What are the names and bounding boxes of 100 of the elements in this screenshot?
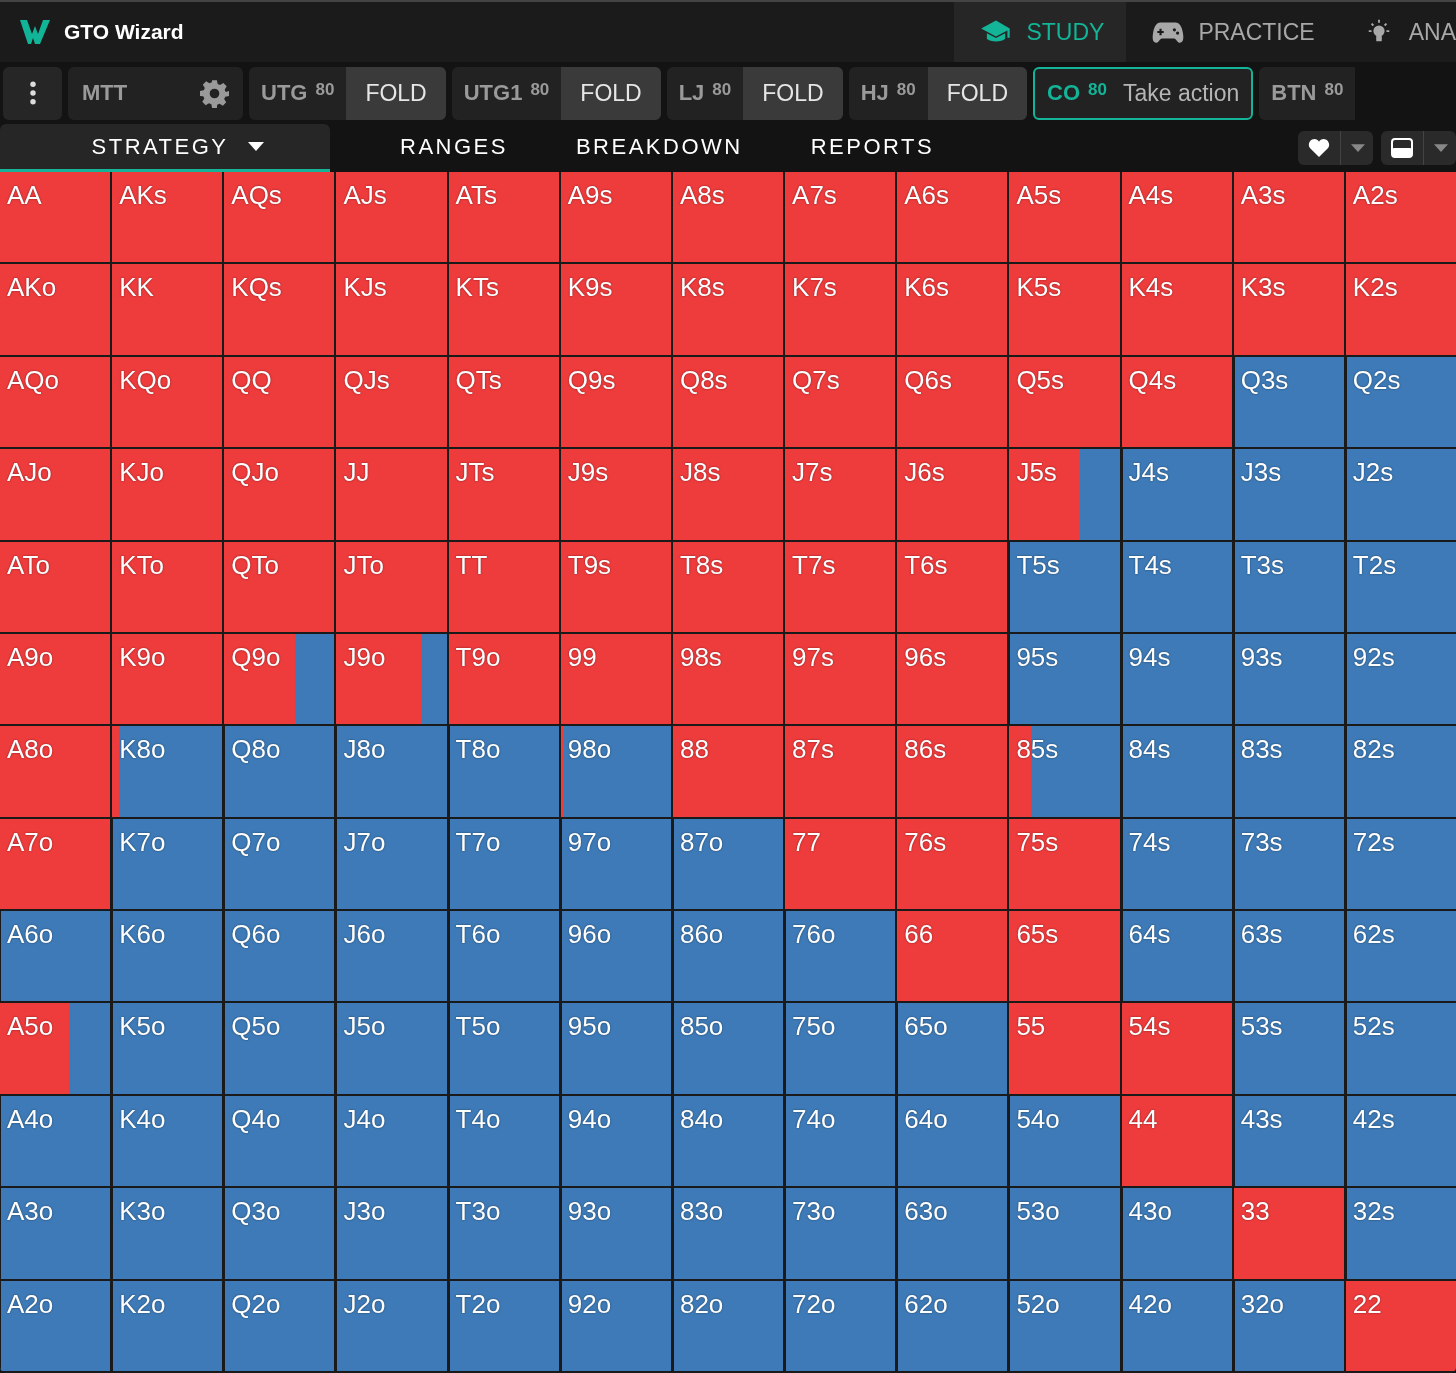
- hand-cell[interactable]: 74s: [1121, 818, 1232, 910]
- hand-cell[interactable]: K5s: [1009, 264, 1120, 355]
- hand-cell[interactable]: J5o: [336, 1003, 447, 1094]
- hand-cell[interactable]: 42s: [1345, 1095, 1456, 1187]
- hand-cell[interactable]: 94s: [1121, 633, 1232, 725]
- hand-cell[interactable]: 53o: [1009, 1188, 1120, 1279]
- hand-cell[interactable]: 76s: [897, 818, 1008, 910]
- hand-cell[interactable]: T2o: [448, 1280, 559, 1371]
- hand-cell[interactable]: T4o: [448, 1095, 559, 1187]
- format-selector[interactable]: MTT: [68, 66, 243, 120]
- nav-tab[interactable]: ANA: [1336, 2, 1456, 62]
- hand-cell[interactable]: KQo: [112, 356, 223, 448]
- hand-cell[interactable]: Q8o: [224, 726, 335, 817]
- hand-cell[interactable]: 73s: [1233, 818, 1344, 910]
- hand-cell[interactable]: K3s: [1233, 264, 1344, 355]
- hand-cell[interactable]: KJo: [112, 449, 223, 540]
- hand-cell[interactable]: K8s: [672, 264, 784, 355]
- hand-cell[interactable]: 87s: [785, 726, 896, 817]
- hand-cell[interactable]: 65s: [1009, 911, 1120, 1002]
- hand-cell[interactable]: QJo: [224, 449, 335, 540]
- hand-cell[interactable]: AJo: [0, 449, 111, 540]
- hand-cell[interactable]: 83o: [672, 1188, 784, 1279]
- hand-cell[interactable]: Q4o: [224, 1095, 335, 1187]
- position-chip[interactable]: LJ 80 FOLD: [666, 66, 843, 120]
- hand-cell[interactable]: J2s: [1345, 449, 1456, 540]
- hand-cell[interactable]: 82o: [672, 1280, 784, 1371]
- hand-cell[interactable]: Q9s: [560, 356, 671, 448]
- hand-cell[interactable]: T5s: [1009, 541, 1120, 632]
- hand-cell[interactable]: 64o: [897, 1095, 1008, 1187]
- hand-cell[interactable]: A5o: [0, 1003, 111, 1094]
- hand-cell[interactable]: 53s: [1233, 1003, 1344, 1094]
- hand-cell[interactable]: 84o: [672, 1095, 784, 1187]
- hand-cell[interactable]: A9s: [560, 172, 671, 263]
- hand-cell[interactable]: A6s: [897, 172, 1008, 263]
- hand-cell[interactable]: Q8s: [672, 356, 784, 448]
- hand-cell[interactable]: K7s: [785, 264, 896, 355]
- view-tab[interactable]: REPORTS: [776, 124, 969, 172]
- hand-cell[interactable]: T8s: [672, 541, 784, 632]
- hand-cell[interactable]: A8o: [0, 726, 111, 817]
- position-chip[interactable]: HJ 80 FOLD: [848, 66, 1027, 120]
- favorite-button[interactable]: [1298, 131, 1373, 165]
- hand-cell[interactable]: QQ: [224, 356, 335, 448]
- hand-cell[interactable]: 63s: [1233, 911, 1344, 1002]
- hand-cell[interactable]: A9o: [0, 633, 111, 725]
- hand-cell[interactable]: K2o: [112, 1280, 223, 1371]
- hand-cell[interactable]: 62s: [1345, 911, 1456, 1002]
- hand-cell[interactable]: 84s: [1121, 726, 1232, 817]
- hand-cell[interactable]: J8s: [672, 449, 784, 540]
- hand-cell[interactable]: 52o: [1009, 1280, 1120, 1371]
- hand-cell[interactable]: 98s: [672, 633, 784, 725]
- hand-cell[interactable]: T4s: [1121, 541, 1232, 632]
- layout-button[interactable]: [1381, 131, 1456, 165]
- hand-cell[interactable]: K7o: [112, 818, 223, 910]
- hand-cell[interactable]: A3s: [1233, 172, 1344, 263]
- hand-cell[interactable]: A7o: [0, 818, 111, 910]
- hand-cell[interactable]: J9o: [336, 633, 447, 725]
- view-tab[interactable]: RANGES: [366, 124, 542, 172]
- hand-cell[interactable]: 97o: [560, 818, 671, 910]
- more-menu-button[interactable]: [3, 66, 62, 120]
- hand-cell[interactable]: A7s: [785, 172, 896, 263]
- hand-cell[interactable]: Q5o: [224, 1003, 335, 1094]
- hand-cell[interactable]: QTs: [448, 356, 559, 448]
- hand-cell[interactable]: K9o: [112, 633, 223, 725]
- hand-cell[interactable]: A4o: [0, 1095, 111, 1187]
- hand-cell[interactable]: 64s: [1121, 911, 1232, 1002]
- hand-cell[interactable]: 92s: [1345, 633, 1456, 725]
- hand-cell[interactable]: 83s: [1233, 726, 1344, 817]
- hand-cell[interactable]: A5s: [1009, 172, 1120, 263]
- hand-cell[interactable]: 75o: [785, 1003, 896, 1094]
- position-chip[interactable]: BTN 80: [1259, 66, 1356, 120]
- hand-cell[interactable]: K2s: [1345, 264, 1456, 355]
- hand-cell[interactable]: Q7s: [785, 356, 896, 448]
- hand-cell[interactable]: J6s: [897, 449, 1008, 540]
- hand-cell[interactable]: A4s: [1121, 172, 1232, 263]
- hand-cell[interactable]: KTs: [448, 264, 559, 355]
- hand-cell[interactable]: A6o: [0, 911, 111, 1002]
- nav-tab[interactable]: STUDY: [954, 2, 1127, 62]
- hand-cell[interactable]: ATs: [448, 172, 559, 263]
- hand-cell[interactable]: T5o: [448, 1003, 559, 1094]
- hand-cell[interactable]: J3s: [1233, 449, 1344, 540]
- hand-cell[interactable]: AA: [0, 172, 111, 263]
- hand-cell[interactable]: K6o: [112, 911, 223, 1002]
- hand-cell[interactable]: 43o: [1121, 1188, 1232, 1279]
- hand-cell[interactable]: T6s: [897, 541, 1008, 632]
- hand-cell[interactable]: QTo: [224, 541, 335, 632]
- hand-cell[interactable]: 94o: [560, 1095, 671, 1187]
- hand-cell[interactable]: 97s: [785, 633, 896, 725]
- hand-cell[interactable]: 76o: [785, 911, 896, 1002]
- hand-cell[interactable]: A3o: [0, 1188, 111, 1279]
- hand-cell[interactable]: 62o: [897, 1280, 1008, 1371]
- hand-cell[interactable]: 73o: [785, 1188, 896, 1279]
- hand-cell[interactable]: J3o: [336, 1188, 447, 1279]
- hand-cell[interactable]: J4s: [1121, 449, 1232, 540]
- hand-cell[interactable]: 74o: [785, 1095, 896, 1187]
- hand-cell[interactable]: K4o: [112, 1095, 223, 1187]
- hand-cell[interactable]: Q4s: [1121, 356, 1232, 448]
- hand-cell[interactable]: T7o: [448, 818, 559, 910]
- hand-cell[interactable]: J7s: [785, 449, 896, 540]
- hand-cell[interactable]: J2o: [336, 1280, 447, 1371]
- hand-cell[interactable]: KK: [112, 264, 223, 355]
